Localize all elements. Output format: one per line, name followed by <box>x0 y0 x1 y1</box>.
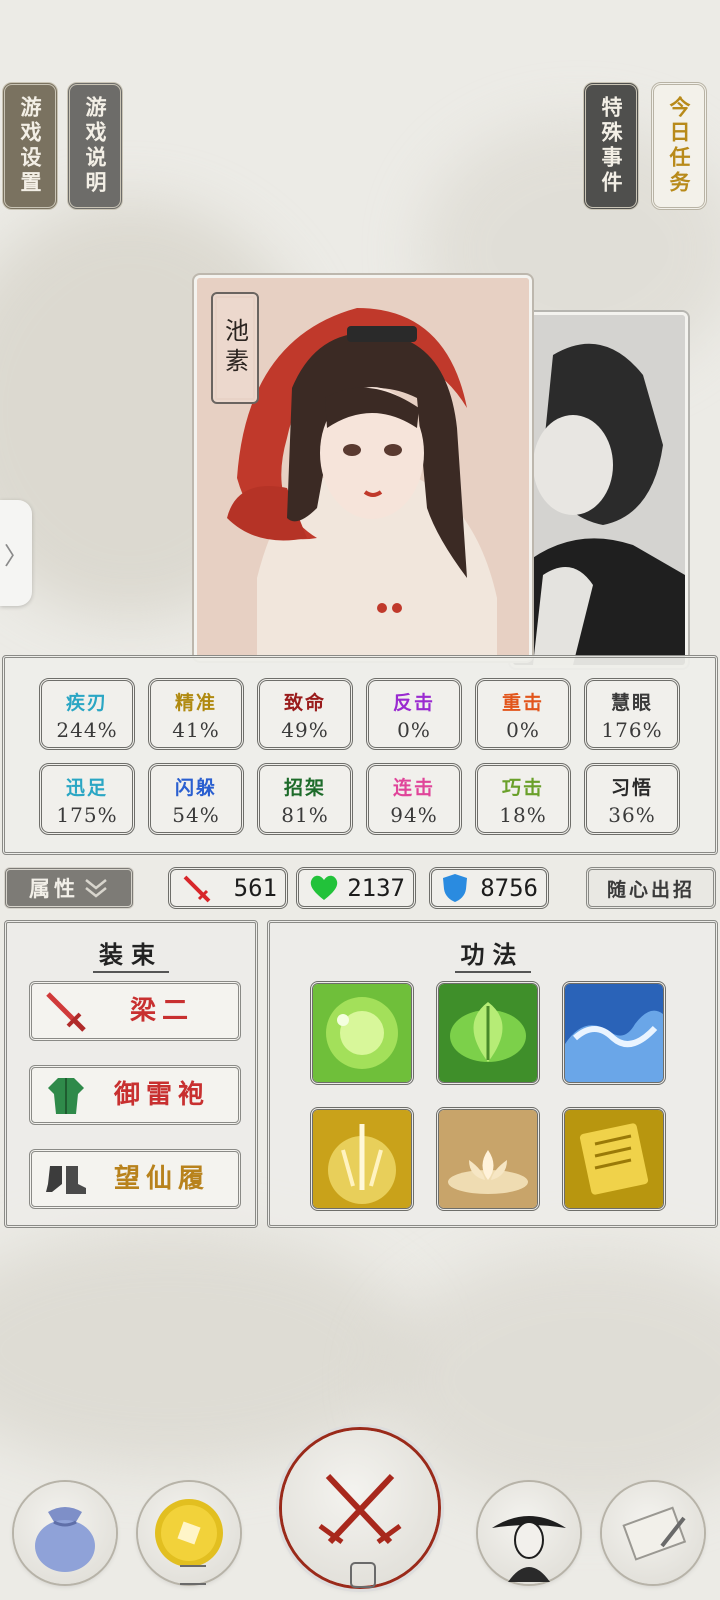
game-settings-button[interactable]: 游戏设置 <box>2 82 58 210</box>
bag-icon <box>35 1507 95 1572</box>
character-portrait-secondary <box>513 315 685 665</box>
stat-qiaoji: 巧击 18% <box>475 763 571 835</box>
stat-value: 244% <box>56 718 118 742</box>
stat-label: 致命 <box>283 692 326 714</box>
defense-stat: 8756 <box>429 867 549 909</box>
stat-xunzu: 迅足 175% <box>39 763 135 835</box>
skill-slot-2[interactable] <box>436 981 540 1085</box>
stat-value: 81% <box>281 803 329 827</box>
equipment-weapon-name: 梁二 <box>129 996 194 1026</box>
stat-label: 慧眼 <box>610 692 653 714</box>
equipment-robe[interactable]: 御雷袍 <box>29 1065 241 1125</box>
stat-value: 41% <box>172 718 220 742</box>
stat-label: 巧击 <box>501 777 544 799</box>
character-card-secondary[interactable] <box>510 312 688 668</box>
skill-slot-4[interactable] <box>310 1107 414 1211</box>
skill-slot-6[interactable] <box>562 1107 666 1211</box>
skill-slot-1[interactable] <box>310 981 414 1085</box>
stat-value: 49% <box>281 718 329 742</box>
hp-stat: 2137 <box>296 867 416 909</box>
stat-xiwu: 习悟 36% <box>584 763 680 835</box>
lotus-icon <box>439 1110 537 1208</box>
chevron-right-icon: 〉 <box>4 541 28 570</box>
golden-scroll-icon <box>565 1110 663 1208</box>
double-chevron-down-icon <box>85 879 107 898</box>
stat-lianji: 连击 94% <box>366 763 462 835</box>
attack-value: 561 <box>233 874 277 902</box>
system-home-icon[interactable] <box>350 1562 376 1588</box>
stat-zhongji: 重击 0% <box>475 678 571 750</box>
attributes-toggle-button[interactable]: 属性 <box>4 867 134 909</box>
attack-stat: 561 <box>168 867 288 909</box>
defense-value: 8756 <box>480 874 538 902</box>
hp-value: 2137 <box>347 874 405 902</box>
stat-huiyan: 慧眼 176% <box>584 678 680 750</box>
stat-value: 54% <box>172 803 220 827</box>
skills-panel: 功法 <box>267 920 718 1228</box>
stat-jingzhun: 精准 41% <box>148 678 244 750</box>
stat-value: 18% <box>499 803 547 827</box>
character-name: 池素 <box>211 292 259 404</box>
golden-swords-icon <box>313 1110 411 1208</box>
stat-label: 迅足 <box>65 777 108 799</box>
green-orb-icon <box>313 984 411 1082</box>
system-menu-icon[interactable] <box>180 1565 206 1585</box>
boots-icon <box>46 1166 86 1194</box>
stat-value: 36% <box>608 803 656 827</box>
stat-label: 连击 <box>392 777 435 799</box>
stat-label: 疾刃 <box>65 692 108 714</box>
stat-shanduo: 闪躲 54% <box>148 763 244 835</box>
game-guide-button[interactable]: 游戏说明 <box>67 82 123 210</box>
daily-tasks-button[interactable]: 今日任务 <box>651 82 707 210</box>
stat-label: 精准 <box>174 692 217 714</box>
leaf-icon <box>439 984 537 1082</box>
stat-label: 反击 <box>392 692 435 714</box>
equipment-weapon[interactable]: 梁二 <box>29 981 241 1041</box>
stat-fanji: 反击 0% <box>366 678 462 750</box>
equipment-panel: 装束 梁二 御雷袍 望仙履 <box>4 920 258 1228</box>
stat-zhiming: 致命 49% <box>257 678 353 750</box>
stat-value: 0% <box>506 718 540 742</box>
equipment-boots-name: 望仙履 <box>113 1164 210 1194</box>
stat-jiren: 疾刃 244% <box>39 678 135 750</box>
sword-icon <box>183 875 211 903</box>
wave-icon <box>565 984 663 1082</box>
skill-slot-5[interactable] <box>436 1107 540 1211</box>
stat-label: 招架 <box>283 777 326 799</box>
stat-value: 176% <box>601 718 663 742</box>
free-move-button[interactable]: 随心出招 <box>586 867 716 909</box>
skills-title: 功法 <box>454 940 531 973</box>
sword-icon <box>46 992 86 1032</box>
special-events-button[interactable]: 特殊事件 <box>583 82 639 210</box>
side-drawer-handle[interactable]: 〉 <box>0 500 32 606</box>
stat-value: 175% <box>56 803 118 827</box>
robe-icon <box>48 1078 84 1114</box>
stat-value: 0% <box>397 718 431 742</box>
character-card-main[interactable]: 池素 <box>194 275 532 661</box>
stat-label: 习悟 <box>610 777 653 799</box>
nav-scroll-button[interactable] <box>602 1482 704 1584</box>
equipment-robe-name: 御雷袍 <box>113 1080 210 1110</box>
hero-portrait-icon <box>492 1516 566 1582</box>
attributes-label: 属性 <box>29 876 79 901</box>
stat-value: 94% <box>390 803 438 827</box>
heart-icon <box>310 875 338 900</box>
skill-slot-3[interactable] <box>562 981 666 1085</box>
equipment-boots[interactable]: 望仙履 <box>29 1149 241 1209</box>
equipment-title: 装束 <box>93 940 169 973</box>
nav-hero-button[interactable] <box>478 1482 580 1584</box>
stat-label: 重击 <box>501 692 544 714</box>
stat-zhaojia: 招架 81% <box>257 763 353 835</box>
nav-bag-button[interactable] <box>14 1482 116 1584</box>
shield-icon <box>443 874 467 902</box>
stats-panel: 疾刃 244% 精准 41% 致命 49% 反击 0% 重击 0% 慧眼 176% 迅足 17… <box>2 655 718 855</box>
stat-label: 闪躲 <box>174 777 217 799</box>
scroll-icon <box>622 1506 687 1561</box>
